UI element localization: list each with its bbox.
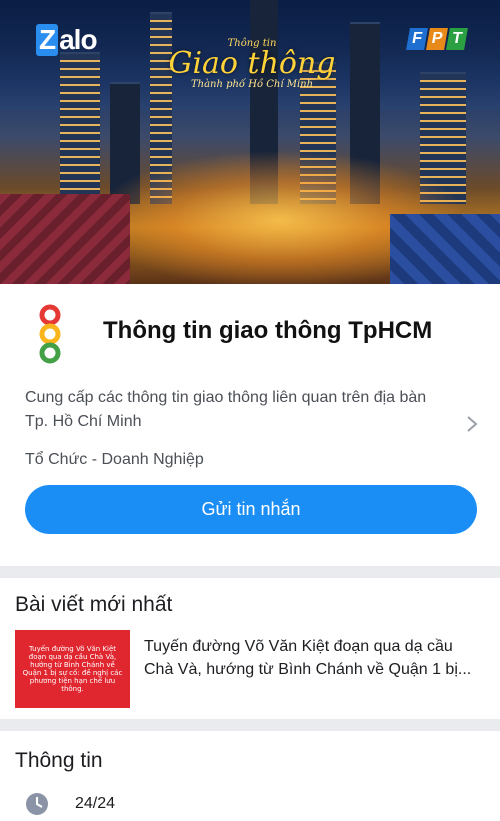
list-item[interactable]: Tuyến đường Võ Văn Kiệt đoạn qua dạ cầu … [15, 630, 485, 708]
profile-description[interactable]: Cung cấp các thông tin giao thông liên q… [25, 386, 475, 434]
traffic-light-icon [39, 304, 61, 364]
post-thumbnail[interactable]: Tuyến đường Võ Văn Kiệt đoạn qua dạ cầu … [15, 630, 130, 708]
banner-rooftop [390, 214, 500, 284]
section-divider [0, 566, 500, 578]
chevron-right-icon[interactable] [466, 414, 478, 434]
profile-header: Thông tin giao thông TpHCM [25, 284, 475, 384]
latest-posts-title: Bài viết mới nhất [15, 593, 173, 616]
send-message-button[interactable]: Gửi tin nhắn [25, 485, 477, 534]
info-title: Thông tin [15, 749, 103, 772]
opening-hours-row: 24/24 [15, 792, 485, 816]
opening-hours: 24/24 [75, 795, 116, 812]
profile-name: Thông tin giao thông TpHCM [103, 317, 433, 344]
section-divider [0, 719, 500, 731]
fpt-logo: F P T [406, 28, 468, 50]
profile-category: Tổ Chức - Doanh Nghiệp [25, 451, 204, 468]
banner-title: Thông tin Giao thông Thành phố Hồ Chí Mi… [162, 38, 342, 90]
fpt-logo-f: F [406, 28, 428, 50]
cover-banner: Zalo F P T Thông tin Giao thông Thành ph… [0, 0, 500, 284]
info-section: Thông tin 24/24 [0, 731, 500, 821]
banner-title-big: Giao thông [168, 46, 336, 81]
latest-posts-section: Bài viết mới nhất Tuyến đường Võ Văn Kiệ… [0, 578, 500, 719]
banner-building [60, 52, 100, 204]
profile-card: Thông tin giao thông TpHCM Cung cấp các … [0, 284, 500, 566]
fpt-logo-p: P [426, 28, 448, 50]
post-title[interactable]: Tuyến đường Võ Văn Kiệt đoạn qua dạ cầu … [144, 630, 485, 708]
banner-rooftop [0, 194, 130, 284]
zalo-logo: Zalo [36, 24, 98, 56]
clock-icon [26, 793, 48, 815]
